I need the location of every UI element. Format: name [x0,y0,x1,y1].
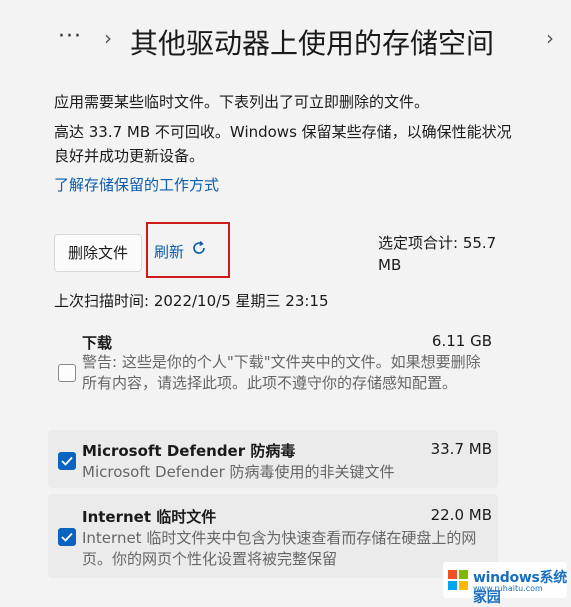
item-size: 6.11 GB [431,332,492,350]
item-description: Internet 临时文件夹中包含为快速查看而存储在硬盘上的网页。你的网页个性化… [82,529,477,568]
delete-files-button[interactable]: 删除文件 [54,234,142,272]
list-item-internet-temp[interactable]: Internet 临时文件 22.0 MB Internet 临时文件夹中包含为… [48,494,498,578]
item-size: 33.7 MB [430,440,492,458]
internet-temp-checkbox[interactable] [58,528,76,546]
list-item-downloads[interactable]: 下载 6.11 GB 警告: 这些是你的个人"下载"文件夹中的文件。如果想要删除… [48,326,498,422]
watermark: windows系统家园 www.ruhaitu.com [443,562,567,606]
checkmark-icon [61,532,73,542]
checkmark-icon [61,456,73,466]
windows-logo-icon [448,570,468,590]
item-description: 警告: 这些是你的个人"下载"文件夹中的文件。如果想要删除所有内容，请选择此项。… [82,353,481,392]
item-title: Microsoft Defender 防病毒 [82,442,296,460]
last-scan-time: 上次扫描时间: 2022/10/5 星期三 23:15 [54,292,329,310]
learn-storage-reserve-link[interactable]: 了解存储保留的工作方式 [54,174,219,195]
chevron-right-icon: › [104,26,112,50]
list-item-defender[interactable]: Microsoft Defender 防病毒 33.7 MB Microsoft… [48,430,498,488]
item-size: 22.0 MB [430,506,492,524]
defender-checkbox[interactable] [58,452,76,470]
description-line: 应用需要某些临时文件。下表列出了可立即删除的文件。 [54,93,430,111]
selected-total: 选定项合计: 55.7 MB [378,234,497,274]
chevron-right-icon: › [546,26,554,50]
item-title: 下载 [82,334,113,352]
highlight-box [146,222,230,278]
page-title: 其他驱动器上使用的存储空间 [130,27,495,60]
item-description: Microsoft Defender 防病毒使用的非关键文件 [82,463,395,481]
downloads-checkbox[interactable] [58,364,76,382]
reserved-storage-note: 高达 33.7 MB 不可回收。Windows 保留某些存储，以确保性能状况良好… [54,123,512,165]
more-breadcrumb-button[interactable]: ··· [58,24,82,49]
watermark-url: www.ruhaitu.com [473,584,543,593]
item-title: Internet 临时文件 [82,508,217,526]
